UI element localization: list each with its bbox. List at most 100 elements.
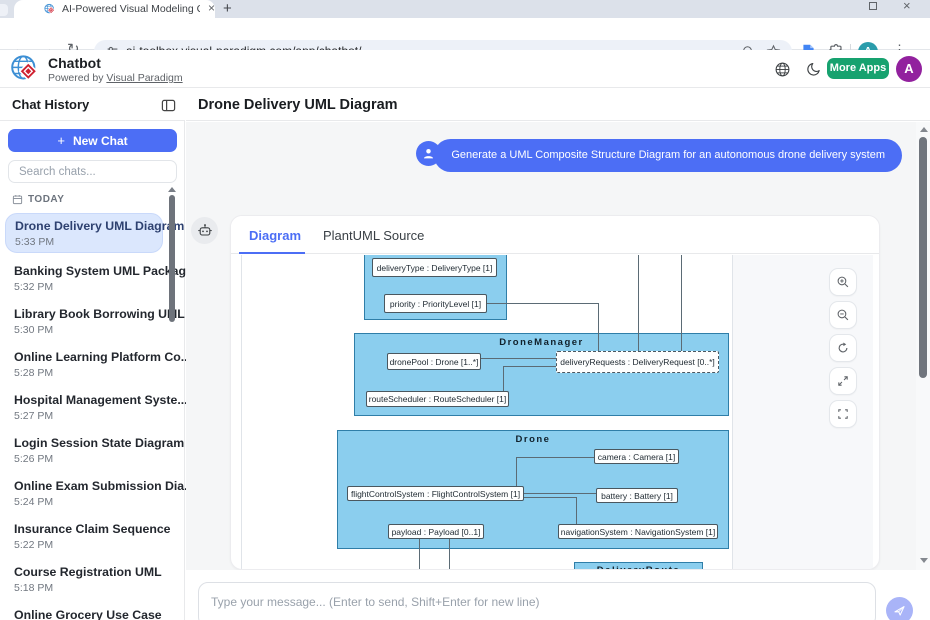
connector xyxy=(524,493,596,494)
chat-item-time: 5:33 PM xyxy=(15,236,162,248)
chat-scroll-up-arrow[interactable] xyxy=(920,127,928,132)
chat-item-time: 5:18 PM xyxy=(14,582,163,594)
plus-icon: + xyxy=(57,133,65,148)
window-maximize-icon[interactable] xyxy=(869,2,877,10)
connector xyxy=(503,366,556,367)
connector xyxy=(449,539,450,570)
message-input[interactable] xyxy=(198,582,876,620)
window-close-icon[interactable]: × xyxy=(903,0,911,13)
collapse-sidebar-icon[interactable] xyxy=(161,98,176,113)
connector xyxy=(516,457,517,486)
chat-item-time: 5:26 PM xyxy=(14,453,163,465)
calendar-icon xyxy=(12,194,23,205)
app-title: Chatbot xyxy=(48,55,101,71)
new-chat-label: New Chat xyxy=(73,134,128,148)
dark-mode-moon-icon[interactable] xyxy=(806,61,822,77)
sidebar-scrollbar-thumb[interactable] xyxy=(169,195,175,322)
chat-history-item[interactable]: Online Learning Platform Co...5:28 PM xyxy=(5,348,163,385)
chat-scroll-down-arrow[interactable] xyxy=(920,558,928,563)
tab-plantuml-source[interactable]: PlantUML Source xyxy=(323,228,424,243)
chat-item-title: Library Book Borrowing UML xyxy=(14,307,163,321)
today-label: TODAY xyxy=(28,194,64,205)
search-chats-input[interactable] xyxy=(8,160,177,183)
uml-part-drone-pool[interactable]: dronePool : Drone [1..*] xyxy=(387,353,481,370)
connector xyxy=(524,497,576,498)
connector xyxy=(481,358,556,359)
connector xyxy=(576,497,577,524)
chat-history-item[interactable]: Online Exam Submission Dia... 5:24 PM xyxy=(5,477,163,514)
chat-history-item[interactable]: Online Grocery Use Case xyxy=(5,606,163,620)
chat-item-title: Online Grocery Use Case xyxy=(14,608,163,620)
connector xyxy=(503,366,504,391)
send-button[interactable] xyxy=(886,597,913,620)
zoom-out-button[interactable] xyxy=(829,301,857,329)
chat-history-list: Drone Delivery UML Diagram 5:33 PM Bankin… xyxy=(5,213,165,620)
browser-tab[interactable]: AI-Powered Visual Modeling Ch × xyxy=(14,0,215,18)
tab-close-icon[interactable]: × xyxy=(208,1,215,15)
sidebar-scroll-up-arrow[interactable] xyxy=(168,187,176,192)
uml-part-navigation[interactable]: navigationSystem : NavigationSystem [1] xyxy=(558,524,718,539)
more-apps-button[interactable]: More Apps xyxy=(827,58,889,79)
visual-paradigm-logo xyxy=(10,53,41,84)
chat-item-title: Course Registration UML xyxy=(14,565,163,579)
uml-part-flight-control[interactable]: flightControlSystem : FlightControlSyste… xyxy=(347,486,524,501)
connector xyxy=(638,255,639,352)
connector xyxy=(598,303,599,351)
expand-view-button[interactable] xyxy=(829,367,857,395)
today-section-header: TODAY xyxy=(12,194,64,205)
chat-history-item[interactable]: Course Registration UML 5:18 PM xyxy=(5,563,163,600)
chat-history-item[interactable]: Library Book Borrowing UML 5:30 PM xyxy=(5,305,163,342)
tab-diagram[interactable]: Diagram xyxy=(249,228,301,243)
diagram-tab-bar: Diagram PlantUML Source xyxy=(231,216,879,254)
tab-title: AI-Powered Visual Modeling Ch xyxy=(62,3,200,15)
send-plane-icon xyxy=(893,604,906,617)
uml-part-battery[interactable]: battery : Battery [1] xyxy=(596,488,678,503)
bot-avatar xyxy=(191,217,218,244)
connector xyxy=(516,457,594,458)
browser-tabstrip: AI-Powered Visual Modeling Ch × + × xyxy=(0,0,930,18)
visual-paradigm-favicon xyxy=(44,3,56,15)
chat-item-time: 5:27 PM xyxy=(14,410,163,422)
chat-history-item[interactable]: Drone Delivery UML Diagram 5:33 PM xyxy=(5,213,163,253)
chat-scrollbar-thumb[interactable] xyxy=(919,137,927,378)
chat-item-title: Login Session State Diagram xyxy=(14,436,163,450)
new-chat-button[interactable]: + New Chat xyxy=(8,129,177,152)
chat-item-title: Online Learning Platform Co... xyxy=(14,350,163,364)
chat-item-time: 5:30 PM xyxy=(14,324,163,336)
visual-paradigm-link[interactable]: Visual Paradigm xyxy=(106,72,182,84)
chat-item-time: 5:22 PM xyxy=(14,539,163,551)
connector xyxy=(487,303,598,304)
zoom-in-button[interactable] xyxy=(829,268,857,296)
chat-history-item[interactable]: Login Session State Diagram 5:26 PM xyxy=(5,434,163,471)
user-account-avatar[interactable]: A xyxy=(896,56,922,82)
diagram-card: Diagram PlantUML Source DroneManager Dro… xyxy=(230,215,880,570)
uml-part-camera[interactable]: camera : Camera [1] xyxy=(594,449,679,464)
connector xyxy=(681,255,682,352)
uml-part-priority[interactable]: priority : PriorityLevel [1] xyxy=(384,294,487,313)
chat-item-title: Insurance Claim Sequence xyxy=(14,522,163,536)
active-tab-underline xyxy=(239,252,305,254)
chat-history-item[interactable]: Insurance Claim Sequence 5:22 PM xyxy=(5,520,163,557)
user-message-bubble: Generate a UML Composite Structure Diagr… xyxy=(434,139,902,172)
uml-class-delivery-route[interactable]: DeliveryRoute xyxy=(574,562,703,570)
uml-part-delivery-requests[interactable]: deliveryRequests : DeliveryRequest [0..*… xyxy=(556,351,719,373)
fullscreen-button[interactable] xyxy=(829,400,857,428)
language-globe-icon[interactable] xyxy=(774,61,791,78)
uml-class-title: DroneManager xyxy=(355,337,728,348)
reset-view-button[interactable] xyxy=(829,334,857,362)
chat-item-time: 5:24 PM xyxy=(14,496,163,508)
app-header: Chatbot Powered by Visual Paradigm More … xyxy=(0,50,930,88)
uml-part-payload[interactable]: payload : Payload [0..1] xyxy=(388,524,484,539)
uml-part-delivery-type[interactable]: deliveryType : DeliveryType [1] xyxy=(372,258,497,277)
chat-item-title: Online Exam Submission Dia... xyxy=(14,479,163,493)
uml-part-route-scheduler[interactable]: routeScheduler : RouteScheduler [1] xyxy=(366,391,509,407)
chat-history-item[interactable]: Hospital Management Syste...5:27 PM xyxy=(5,391,163,428)
chat-item-time: 5:32 PM xyxy=(14,281,163,293)
connector xyxy=(419,539,420,570)
partial-tab xyxy=(0,4,8,16)
chat-item-title: Drone Delivery UML Diagram xyxy=(15,219,162,233)
uml-class-title: Drone xyxy=(338,434,728,445)
browser-toolbar: ← → ↻ ai-toolbox.visual-paradigm.com/app… xyxy=(0,18,930,50)
chat-history-item[interactable]: Banking System UML Packag...5:32 PM xyxy=(5,262,163,299)
new-tab-button[interactable]: + xyxy=(223,0,232,17)
